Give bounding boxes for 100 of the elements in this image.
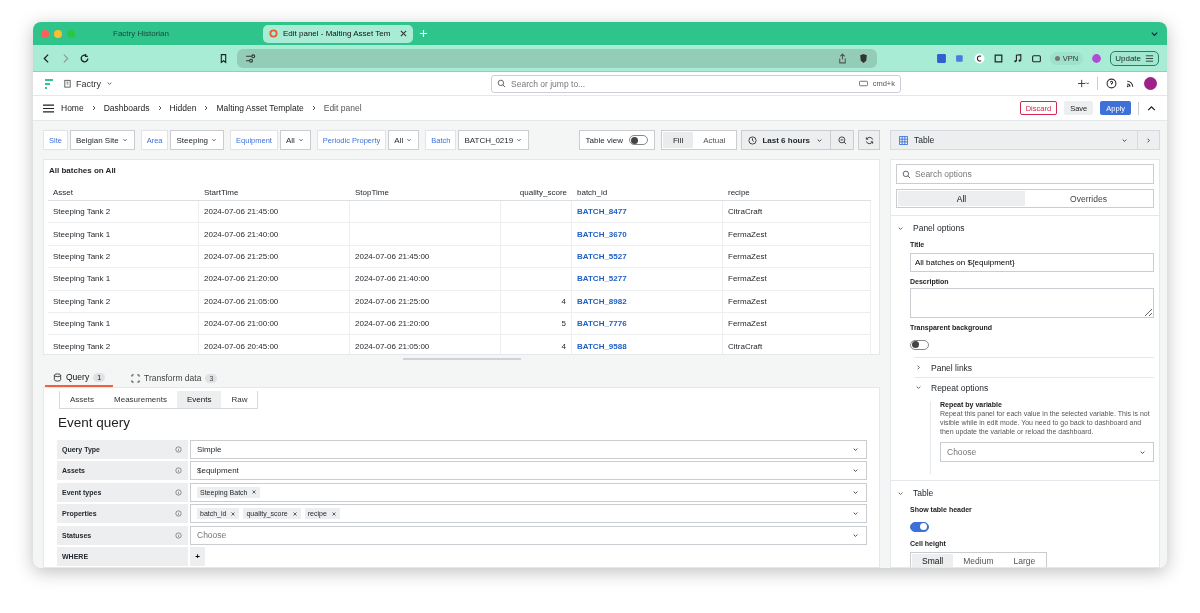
batch-link[interactable]: BATCH_8982 [572,290,723,312]
column-header[interactable]: recipe [723,184,871,200]
refresh-button[interactable] [858,130,880,150]
fill-mode-option[interactable]: Fill [662,132,694,148]
table-cell: Steeping Tank 1 [48,312,199,335]
column-header[interactable]: batch_id [572,184,723,200]
music-note-icon[interactable] [1011,52,1023,64]
transform-icon [131,373,141,383]
bookmark-icon[interactable] [218,52,229,64]
share-icon[interactable] [837,52,848,64]
table-cell: 2024-07-06 21:20:00 [350,312,501,335]
title-input[interactable]: All batches on ${equipment} [910,253,1154,272]
circle-logo-icon[interactable] [973,52,985,64]
browser-tab[interactable]: Edit panel - Malting Asset Tem [263,24,413,43]
column-header[interactable]: quality_score [501,184,572,200]
toggle-switch[interactable] [910,521,929,532]
section-header[interactable]: Table [896,486,1154,500]
table-cell: 2024-07-06 21:45:00 [350,245,501,268]
table-cell: 2024-07-06 21:00:00 [199,312,350,335]
section-header[interactable]: Panel links [914,357,1154,377]
keyboard-icon [858,79,868,88]
wallet-icon[interactable] [1030,52,1042,64]
batch-link[interactable]: BATCH_5277 [572,268,723,290]
select-field[interactable]: Choose [190,525,867,545]
caret-icon [210,136,219,144]
search-options-field[interactable]: Search options [896,164,1154,184]
search-icon [902,169,911,179]
zoom-out-icon [837,135,847,145]
table-cell: 2024-07-06 21:25:00 [199,245,350,268]
info-icon [175,488,182,496]
database-icon [53,372,62,382]
avatar[interactable] [1144,77,1157,90]
add-icon[interactable] [1078,78,1089,89]
cell-height-option[interactable]: Small [912,553,954,567]
batch-link[interactable]: BATCH_7776 [572,312,723,335]
batch-link[interactable]: BATCH_9588 [572,335,723,354]
remove-icon[interactable] [291,510,298,517]
shield-icon[interactable] [858,52,869,64]
chevron-right-icon [203,103,210,113]
batch-link[interactable]: BATCH_3670 [572,223,723,245]
batch-link[interactable]: BATCH_8477 [572,201,723,223]
variable-dropdown[interactable]: BATCH_0219 [458,130,530,150]
variable-dropdown[interactable]: All [388,130,420,150]
caret-icon [120,136,129,144]
table-cell: Steeping Tank 2 [48,290,199,312]
breadcrumb-link[interactable]: Home [61,103,84,113]
select-field[interactable]: $equipment [190,461,867,481]
variable-dropdown[interactable]: Steeping [170,130,225,150]
toggle-switch[interactable] [628,135,648,145]
menu-icon[interactable] [43,102,54,114]
variable-dropdown[interactable]: Belgian Site [69,130,135,150]
rss-icon[interactable] [1125,78,1136,89]
caret-icon [851,445,860,454]
options-filter-tab[interactable]: All [898,191,1025,206]
remove-icon[interactable] [251,489,258,496]
table-cell: 2024-07-06 21:05:00 [350,335,501,354]
section-header[interactable]: Panel options [896,221,1154,235]
editor-heading: Event query [58,415,132,430]
breadcrumb-link[interactable]: Dashboards [103,103,150,113]
remove-icon[interactable] [330,510,337,517]
table-cell: 2024-07-06 21:20:00 [199,268,350,290]
chevron-down-icon [105,79,114,88]
breadcrumb-link[interactable]: Malting Asset Template [216,103,304,113]
section-header[interactable]: Repeat options [914,377,1154,397]
add-condition-button[interactable]: + [190,546,205,566]
update-button[interactable]: Update [1110,50,1159,66]
table-view-switch[interactable]: Table view [578,130,655,150]
table-cell: 4 [501,290,572,312]
org-switcher[interactable]: Factry [63,78,114,89]
search-placeholder: Search options [915,169,973,179]
table-cell: CitraCraft [723,335,871,354]
reload-icon[interactable] [79,52,90,64]
clock-icon [748,135,758,145]
toggle-switch[interactable] [910,339,929,350]
table-cell: 2024-07-06 21:25:00 [350,290,501,312]
close-icon[interactable] [400,30,407,37]
table-cell: Steeping Tank 2 [48,245,199,268]
column-header[interactable]: StopTime [350,184,501,200]
batch-link[interactable]: BATCH_5527 [572,245,723,268]
table-cell: 5 [501,312,572,335]
query-type-tab[interactable]: Events [176,391,222,408]
fill-mode-option[interactable]: Actual [693,132,736,148]
caret-icon [405,136,414,144]
select-field[interactable]: Simple [190,440,867,459]
table-grid-icon [899,135,908,145]
breadcrumb-link[interactable]: Hidden [169,103,197,113]
help-icon[interactable] [1106,78,1117,89]
variable-select[interactable]: Choose [940,442,1154,462]
column-header[interactable]: Asset [48,184,199,200]
visualization-picker[interactable]: Table [890,130,1138,150]
chevron-right-icon [310,103,317,113]
variable-dropdown[interactable]: All [279,130,311,150]
chevron-down-icon[interactable] [1150,29,1159,38]
column-header[interactable]: StartTime [199,184,350,200]
sliders-icon[interactable] [245,52,256,64]
table-cell: FermaZest [723,245,871,268]
remove-icon[interactable] [230,510,237,517]
browser-tab[interactable]: Factry Historian [107,24,257,43]
table-cell: Steeping Tank 2 [48,335,199,354]
table-cell: CitraCraft [723,201,871,223]
